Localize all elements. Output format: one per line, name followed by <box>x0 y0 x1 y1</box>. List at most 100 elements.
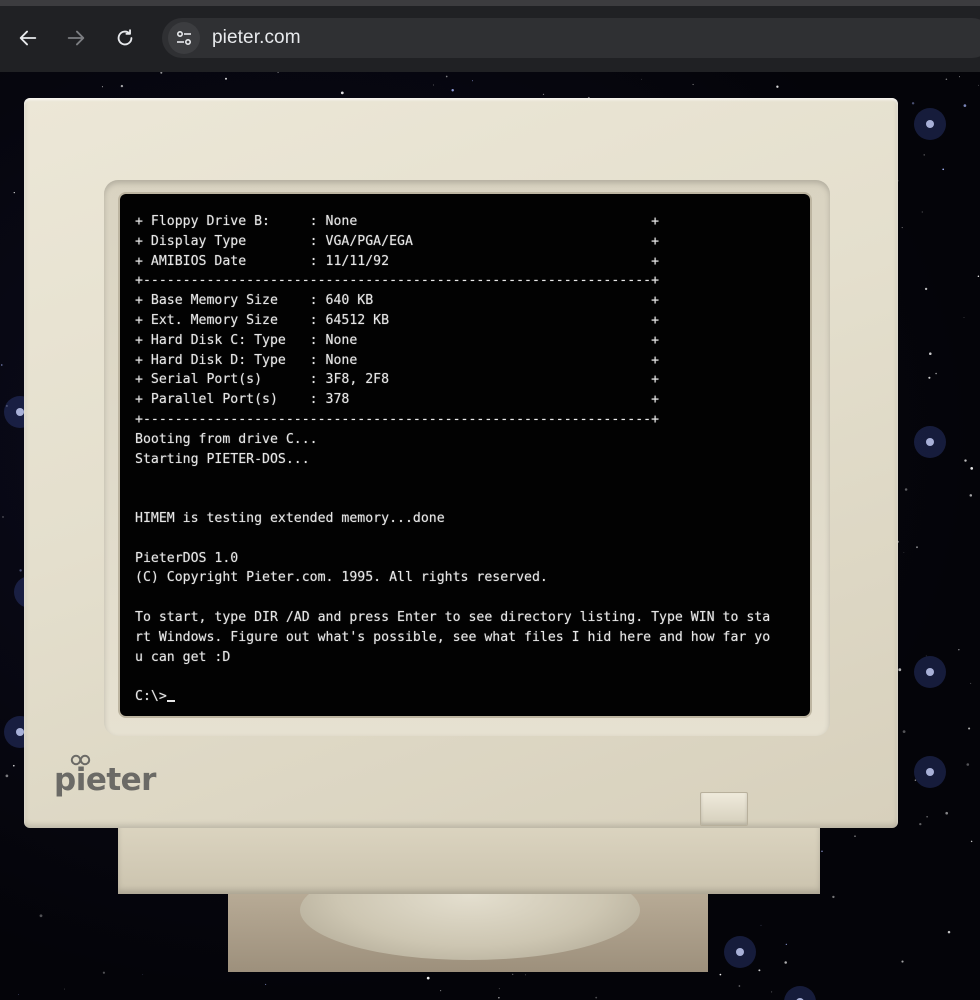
star <box>945 811 949 815</box>
pieter-logo: pieter <box>54 754 156 798</box>
forward-button[interactable] <box>62 24 90 52</box>
star <box>964 459 967 462</box>
terminal-line: PieterDOS 1.0 <box>135 550 239 566</box>
star <box>903 552 905 553</box>
star <box>942 168 945 171</box>
command-prompt-line[interactable]: C:\> <box>135 687 800 707</box>
bright-star <box>926 438 934 446</box>
star <box>916 546 918 549</box>
terminal-line: + Display Type : VGA/PGA/EGA + <box>135 233 660 249</box>
terminal-line: + Ext. Memory Size : 64512 KB + <box>135 312 660 328</box>
star <box>142 974 144 975</box>
star <box>969 494 973 497</box>
star <box>901 960 904 963</box>
star <box>978 84 979 86</box>
command-prompt: C:\> <box>135 689 167 705</box>
browser-toolbar: pieter.com <box>0 0 980 72</box>
star <box>225 77 227 80</box>
star <box>512 973 514 976</box>
terminal-line: Booting from drive C... <box>135 431 318 447</box>
star <box>904 488 908 491</box>
star <box>926 816 928 818</box>
bright-star <box>926 120 934 128</box>
terminal-line: + Base Memory Size : 640 KB + <box>135 293 660 309</box>
star <box>760 924 762 926</box>
star <box>921 211 923 213</box>
star <box>39 914 43 918</box>
star <box>640 78 642 80</box>
monitor-bezel: + Floppy Drive B: : None + + Display Type… <box>24 98 898 828</box>
star <box>963 317 965 318</box>
crt-screen[interactable]: + Floppy Drive B: : None + + Display Type… <box>120 194 810 716</box>
star <box>426 976 430 980</box>
power-button[interactable] <box>700 792 748 826</box>
star <box>935 372 937 375</box>
site-info-button[interactable] <box>168 22 200 54</box>
star <box>784 961 787 964</box>
star <box>923 154 925 156</box>
terminal-line: + Hard Disk C: Type : None + <box>135 332 660 348</box>
arrow-right-icon <box>67 30 85 46</box>
star <box>832 895 835 899</box>
bright-star <box>736 948 744 956</box>
terminal-line: + Parallel Port(s) : 378 + <box>135 392 660 408</box>
logo-text: pieter <box>54 762 156 798</box>
terminal-line: HIMEM is testing extended memory...done <box>135 510 445 526</box>
star <box>5 774 9 778</box>
nebula-glow <box>784 986 816 1000</box>
star <box>719 973 722 976</box>
star <box>963 104 967 107</box>
text-cursor <box>166 687 175 703</box>
star <box>970 682 972 684</box>
star <box>758 969 761 972</box>
star <box>914 779 917 781</box>
star <box>928 376 931 379</box>
terminal-line: Starting PIETER-DOS... <box>135 451 310 467</box>
star <box>64 988 65 990</box>
star <box>13 191 15 194</box>
star <box>958 649 960 651</box>
star <box>945 78 948 80</box>
monitor-rear-housing <box>118 818 820 894</box>
address-bar[interactable]: pieter.com <box>162 18 980 58</box>
url-text[interactable]: pieter.com <box>212 27 301 49</box>
star <box>738 985 741 987</box>
star <box>472 80 473 82</box>
star <box>102 971 106 974</box>
terminal-line: + AMIBIOS Date : 11/11/92 + <box>135 253 660 269</box>
terminal-line: + Floppy Drive B: : None + <box>135 214 660 229</box>
star <box>901 227 903 229</box>
bright-star <box>16 408 24 416</box>
star <box>947 930 951 934</box>
star <box>12 764 15 767</box>
star <box>120 84 124 88</box>
star <box>919 822 922 826</box>
star <box>929 352 932 355</box>
star <box>595 996 598 999</box>
star <box>821 850 823 853</box>
dos-terminal[interactable]: + Floppy Drive B: : None + + Display Type… <box>135 212 800 707</box>
reload-button[interactable] <box>111 24 139 52</box>
terminal-line: +---------------------------------------… <box>135 273 660 289</box>
star <box>854 835 856 837</box>
star <box>340 91 344 95</box>
star <box>19 569 22 572</box>
star <box>451 89 454 92</box>
star <box>902 730 906 733</box>
star <box>925 655 927 657</box>
reload-icon <box>117 29 133 46</box>
star <box>924 287 928 291</box>
star <box>898 668 902 672</box>
bright-star <box>16 728 24 736</box>
star <box>18 994 20 995</box>
star <box>966 763 970 766</box>
star <box>277 72 279 73</box>
tune-icon <box>176 30 192 46</box>
star <box>911 102 915 105</box>
star <box>265 983 267 985</box>
arrow-left-icon <box>19 30 37 46</box>
star <box>440 990 442 992</box>
back-button[interactable] <box>14 24 42 52</box>
